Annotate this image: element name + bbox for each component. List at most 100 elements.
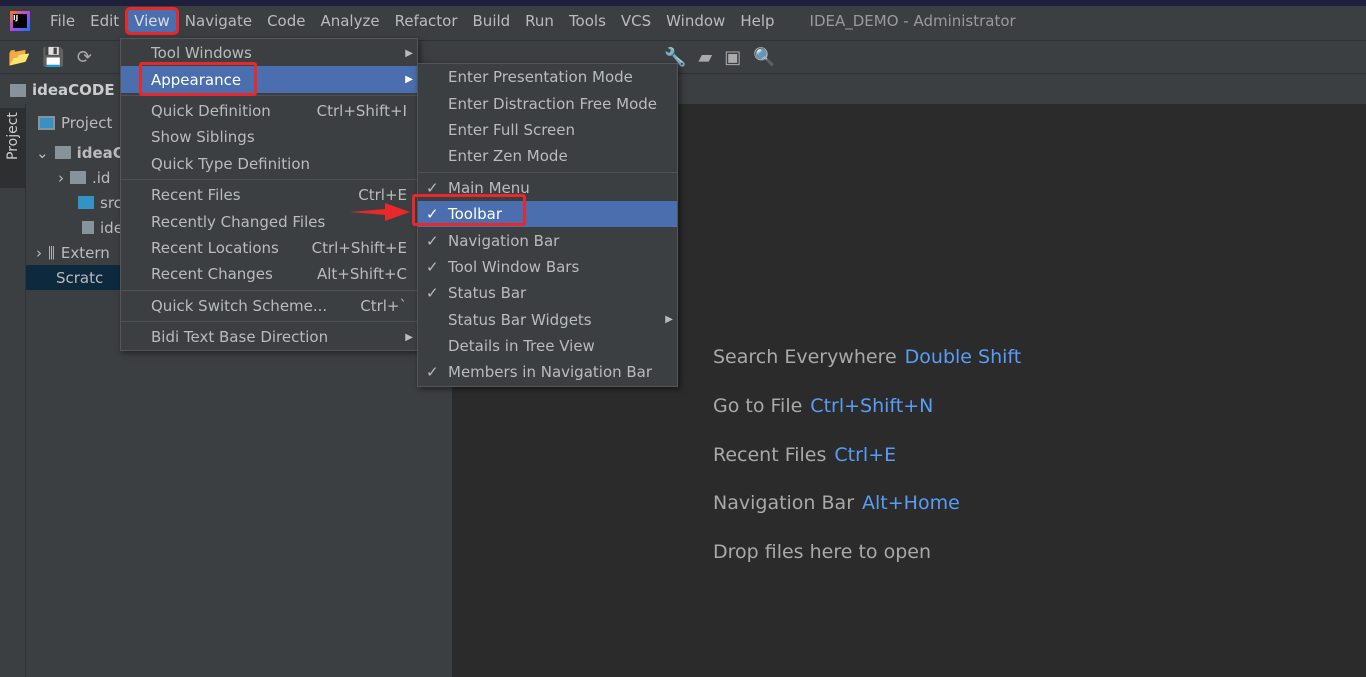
menu-separator (121, 289, 417, 291)
sync-icon[interactable]: ⟳ (77, 47, 92, 68)
menu-item-quick-definition[interactable]: Quick Definition Ctrl+Shift+I (121, 98, 417, 124)
menu-item-label: Enter Presentation Mode (448, 68, 633, 87)
menu-code[interactable]: Code (261, 10, 311, 32)
menu-item-show-siblings[interactable]: Show Siblings (121, 124, 417, 150)
menu-window[interactable]: Window (660, 10, 731, 32)
menu-item-label: Details in Tree View (448, 337, 595, 356)
left-tool-strip (0, 104, 26, 677)
menu-item-enter-presentation-mode[interactable]: Enter Presentation Mode (418, 64, 677, 90)
tree-item[interactable]: src (78, 190, 122, 215)
menu-item-label: Navigation Bar (448, 231, 560, 250)
menu-run[interactable]: Run (519, 10, 560, 32)
menu-item-label: Recent Locations (151, 238, 279, 257)
menu-item-enter-zen-mode[interactable]: Enter Zen Mode (418, 143, 677, 169)
panel-header[interactable]: Project (61, 114, 112, 132)
menu-item-navigation-bar[interactable]: ✓ Navigation Bar (418, 227, 677, 253)
menu-item-label: Recent Files (151, 186, 241, 205)
menu-item-quick-switch-scheme-[interactable]: Quick Switch Scheme... Ctrl+` (121, 293, 417, 319)
search-icon[interactable]: 🔍 (753, 47, 775, 68)
menu-help[interactable]: Help (734, 10, 780, 32)
tree-item[interactable]: ide (82, 215, 123, 240)
tree-item-selected[interactable]: Scratc (26, 265, 126, 290)
menu-item-bidi-text-base-direction[interactable]: Bidi Text Base Direction ▶ (121, 324, 417, 350)
hint-label: Search Everywhere (713, 346, 897, 368)
menu-item-label: Recent Changes (151, 265, 273, 284)
hint-label: Drop files here to open (713, 541, 932, 564)
nav-project[interactable]: ideaCODE (32, 81, 115, 99)
checkmark-icon: ✓ (426, 231, 439, 250)
project-tab-label: Project (5, 112, 21, 160)
project-view-icon (38, 115, 55, 130)
menu-separator (121, 320, 417, 322)
menu-vcs[interactable]: VCS (615, 10, 657, 32)
menu-item-label: Status Bar (448, 284, 527, 303)
editor-hint: Search Everywhere Double Shift (713, 346, 1021, 368)
menu-item-label: Status Bar Widgets (448, 310, 592, 329)
menu-tools[interactable]: Tools (563, 10, 612, 32)
project-tool-tab[interactable]: Project (0, 108, 26, 188)
menu-item-status-bar[interactable]: ✓ Status Bar (418, 280, 677, 306)
hint-label: Go to File (713, 394, 803, 417)
editor-hint: Go to File Ctrl+Shift+N (713, 395, 933, 417)
menu-item-label: Quick Definition (151, 101, 271, 120)
shortcut: Alt+Shift+C (316, 265, 407, 284)
module-folder-icon (10, 83, 26, 97)
submenu-arrow-icon: ▶ (405, 74, 413, 86)
save-icon[interactable]: 💾 (42, 47, 64, 68)
menu-item-status-bar-widgets[interactable]: Status Bar Widgets ▶ (418, 307, 677, 333)
terminal-icon[interactable]: ▣ (724, 47, 741, 68)
menu-item-details-in-tree-view[interactable]: Details in Tree View (418, 333, 677, 359)
editor-hint: Navigation Bar Alt+Home (713, 492, 960, 514)
library-icon: ⫼ (48, 243, 55, 262)
annotation-box (412, 194, 526, 226)
menu-view[interactable]: View (125, 7, 179, 35)
menu-edit[interactable]: Edit (84, 10, 125, 32)
menu-refactor[interactable]: Refactor (389, 10, 464, 32)
menu-item-tool-window-bars[interactable]: ✓ Tool Window Bars (418, 254, 677, 280)
shortcut: Ctrl+Shift+E (311, 238, 407, 257)
menu-item-enter-distraction-free-mode[interactable]: Enter Distraction Free Mode (418, 90, 677, 116)
menu-item-label: Recently Changed Files (151, 212, 326, 231)
submenu-arrow-icon: ▶ (405, 47, 413, 59)
editor-hint: Drop files here to open (713, 541, 939, 563)
menu-item-recent-locations[interactable]: Recent Locations Ctrl+Shift+E (121, 235, 417, 261)
menu-item-recent-changes[interactable]: Recent Changes Alt+Shift+C (121, 261, 417, 287)
menu-item-label: Tool Window Bars (448, 257, 580, 276)
menu-item-members-in-navigation-bar[interactable]: ✓ Members in Navigation Bar (418, 359, 677, 385)
checkmark-icon: ✓ (426, 363, 439, 382)
menu-item-quick-type-definition[interactable]: Quick Type Definition (121, 151, 417, 177)
menu-item-label: Enter Full Screen (448, 120, 576, 139)
menu-navigate[interactable]: Navigate (179, 10, 258, 32)
window-title: IDEA_DEMO - Administrator (809, 12, 1016, 30)
menubar: IJ File Edit View Navigate Code Analyze Refact… (0, 6, 1366, 36)
tree-item[interactable]: › .id (58, 165, 110, 190)
hint-shortcut: Ctrl+E (834, 443, 897, 466)
hint-shortcut: Ctrl+Shift+N (810, 394, 934, 417)
tree-item[interactable]: › ⫼ Extern (36, 240, 110, 265)
menu-item-label: Show Siblings (151, 128, 255, 147)
menu-item-label: Bidi Text Base Direction (151, 328, 329, 347)
menu-item-label: Quick Type Definition (151, 154, 311, 173)
menu-file[interactable]: File (44, 10, 81, 32)
menu-build[interactable]: Build (467, 10, 517, 32)
hint-shortcut: Double Shift (904, 346, 1022, 368)
hint-label: Navigation Bar (713, 492, 855, 515)
menu-analyze[interactable]: Analyze (314, 10, 385, 32)
annotation-arrow-icon (350, 203, 410, 221)
editor-hint: Recent Files Ctrl+E (713, 444, 896, 466)
menu-item-enter-full-screen[interactable]: Enter Full Screen (418, 117, 677, 143)
open-folder-icon[interactable]: 📂 (8, 47, 30, 68)
project-structure-icon[interactable]: ▰ (698, 47, 712, 68)
shortcut: Ctrl+` (360, 296, 407, 315)
hint-shortcut: Alt+Home (862, 492, 960, 515)
submenu-arrow-icon: ▶ (665, 314, 673, 326)
menu-separator (121, 178, 417, 180)
menu-separator (418, 171, 677, 173)
tree-item[interactable]: ⌄ ideaC (36, 140, 124, 165)
menu-item-label: Quick Switch Scheme... (151, 296, 328, 315)
menu-item-label: Enter Distraction Free Mode (448, 94, 658, 113)
submenu-arrow-icon: ▶ (405, 331, 413, 343)
menu-item-label: Tool Windows (151, 44, 252, 63)
intellij-logo-icon: IJ (10, 11, 30, 31)
menu-item-label: Members in Navigation Bar (448, 363, 653, 382)
